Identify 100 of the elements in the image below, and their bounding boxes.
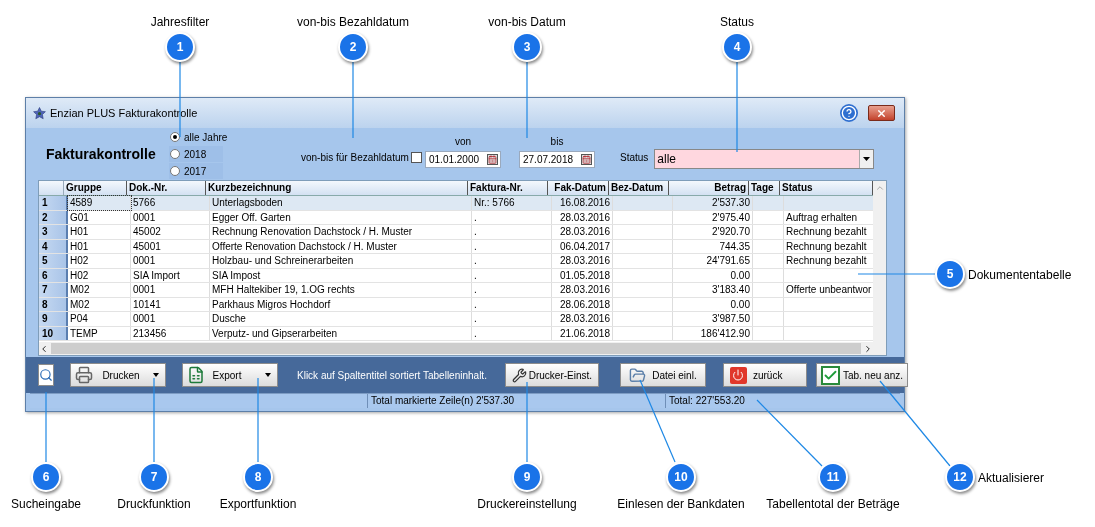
close-icon	[876, 107, 887, 119]
callout-label: Dokumententabelle	[968, 267, 1072, 284]
table-row[interactable]: 7 M02 0001 MFH Haltekiber 19, 1.OG rechts . 28.03.2016 3'183.40 Offerte unbeantwor	[39, 283, 873, 298]
table-cell: MFH Haltekiber 19, 1.OG rechts	[210, 283, 472, 297]
year-radio[interactable]: alle Jahre	[169, 129, 249, 145]
table-cell: SIA Import	[131, 268, 210, 282]
table-row[interactable]: 5 H02 0001 Holzbau- und Schreinerarbeiten . 28.03.2016 24'791.65 Rechnung bezahlt	[39, 254, 873, 269]
table-row[interactable]: 1 4589 5766 Unterlagsboden Nr.: 5766 16.08.2016 2'537.30	[39, 196, 873, 211]
callout-label: Druckfunktion	[117, 496, 191, 513]
print-button[interactable]: Drucken	[70, 363, 166, 387]
table-cell: 3'183.40	[673, 283, 753, 297]
radio-button[interactable]	[170, 132, 180, 142]
column-header[interactable]: Bez-Datum	[609, 181, 669, 195]
table-cell: 01.05.2018	[552, 268, 613, 282]
field-label: von	[454, 136, 472, 148]
callout-label: Tabellentotal der Beträge	[766, 496, 900, 513]
table-cell: 0001	[131, 210, 210, 224]
power-icon	[729, 366, 747, 384]
radio-button[interactable]	[170, 166, 180, 176]
help-button[interactable]	[840, 104, 858, 122]
table-cell: 16.08.2016	[552, 196, 613, 210]
callout-label: Exportfunktion	[219, 496, 297, 513]
table-cell: 28.06.2018	[552, 297, 613, 311]
callout-label: Jahresfilter	[150, 14, 210, 31]
wrench-icon	[511, 367, 527, 383]
sort-hint: Klick auf Spaltentitel sortiert Tabelleninhalt.	[297, 368, 487, 383]
table-cell: 3'987.50	[673, 312, 753, 326]
table-cell: Holzbau- und Schreinerarbeiten	[210, 254, 472, 268]
table-cell: P04	[68, 312, 131, 326]
table-cell: .	[472, 326, 552, 340]
column-header[interactable]: Betrag	[669, 181, 749, 195]
table-cell: 0.00	[673, 297, 753, 311]
row-number: 7	[39, 283, 68, 297]
import-file-button[interactable]: Datei einl.	[619, 363, 706, 387]
calendar-icon[interactable]	[581, 154, 592, 165]
table-cell: 28.03.2016	[552, 312, 613, 326]
status-dropdown[interactable]: alle	[654, 149, 875, 169]
vertical-scrollbar[interactable]	[873, 181, 886, 355]
callout-badge: 6	[31, 462, 61, 492]
column-header[interactable]: Tage	[749, 181, 780, 195]
year-radio[interactable]: 2018	[169, 146, 223, 162]
table-cell: SIA Impost	[210, 268, 472, 282]
printer-setup-button[interactable]: Drucker-Einst.	[504, 363, 599, 387]
table-cell: TEMP	[68, 326, 131, 340]
callout-label: Aktualisierer	[978, 470, 1045, 487]
close-button[interactable]	[868, 105, 895, 121]
callout-badge: 10	[666, 462, 696, 492]
calendar-icon[interactable]	[487, 154, 498, 165]
scroll-left-icon[interactable]	[39, 343, 49, 354]
table-cell: 24'791.65	[673, 254, 753, 268]
scroll-right-icon[interactable]	[863, 343, 873, 354]
export-button[interactable]: Export	[182, 363, 278, 387]
callout-badge: 5	[935, 259, 965, 289]
horizontal-scrollbar[interactable]	[39, 342, 873, 355]
table-cell: 744.35	[673, 239, 753, 253]
column-header[interactable]: Dok.-Nr.	[127, 181, 206, 195]
table-cell: 186'412.90	[673, 326, 753, 340]
date-field[interactable]: 01.01.2000	[425, 151, 501, 168]
date-field[interactable]: 27.07.2018	[519, 151, 595, 168]
table-cell: M02	[68, 297, 131, 311]
table-cell: 45001	[131, 239, 210, 253]
row-number: 1	[39, 196, 68, 210]
year-radio[interactable]: 2017	[169, 163, 223, 179]
column-header[interactable]: Faktura-Nr.	[468, 181, 548, 195]
callout-badge: 4	[722, 32, 752, 62]
table-cell: 10141	[131, 297, 210, 311]
search-button[interactable]	[38, 364, 54, 386]
folder-icon	[629, 366, 647, 384]
table-cell: Dusche	[210, 312, 472, 326]
callout-badge: 8	[243, 462, 273, 492]
callout-label: Druckereinstellung	[477, 496, 577, 513]
paid-date-checkbox[interactable]: von-bis für Bezahldatum	[301, 150, 422, 165]
table-cell: .	[472, 297, 552, 311]
table-cell: .	[472, 283, 552, 297]
refresh-button[interactable]: Tab. neu anz.	[815, 363, 908, 387]
callout-badge: 1	[165, 32, 195, 62]
checkmark-icon	[820, 365, 840, 385]
table-cell: H02	[68, 268, 131, 282]
table-cell: 28.03.2016	[552, 254, 613, 268]
back-button[interactable]: zurück	[722, 363, 807, 387]
callout-badge: 9	[512, 462, 542, 492]
table-cell: M02	[68, 283, 131, 297]
table-cell: 0001	[131, 312, 210, 326]
table-cell: Parkhaus Migros Hochdorf	[210, 297, 472, 311]
row-number: 9	[39, 312, 68, 326]
radio-button[interactable]	[170, 149, 180, 159]
table-row[interactable]: 3 H01 45002 Rechnung Renovation Dachstock / H. Muster . 28.03.2016 2'920.70 Rechnung bezahlt	[39, 225, 873, 240]
help-icon	[841, 105, 857, 121]
column-header[interactable]: Gruppe	[64, 181, 127, 195]
table-cell: 4589	[68, 196, 131, 210]
checkbox[interactable]	[410, 152, 422, 163]
table-cell: .	[472, 239, 552, 253]
column-header[interactable]: Fak-Datum	[548, 181, 609, 195]
callout-badge: 2	[338, 32, 368, 62]
column-header[interactable]: Kurzbezeichnung	[206, 181, 468, 195]
table-row[interactable]: 9 P04 0001 Dusche . 28.03.2016 3'987.50	[39, 312, 873, 327]
marked-total: Total markierte Zeile(n) 2'537.30	[368, 394, 666, 408]
callout-badge: 12	[945, 462, 975, 492]
table-cell: Nr.: 5766	[472, 196, 552, 210]
table-cell: 21.06.2018	[552, 326, 613, 340]
